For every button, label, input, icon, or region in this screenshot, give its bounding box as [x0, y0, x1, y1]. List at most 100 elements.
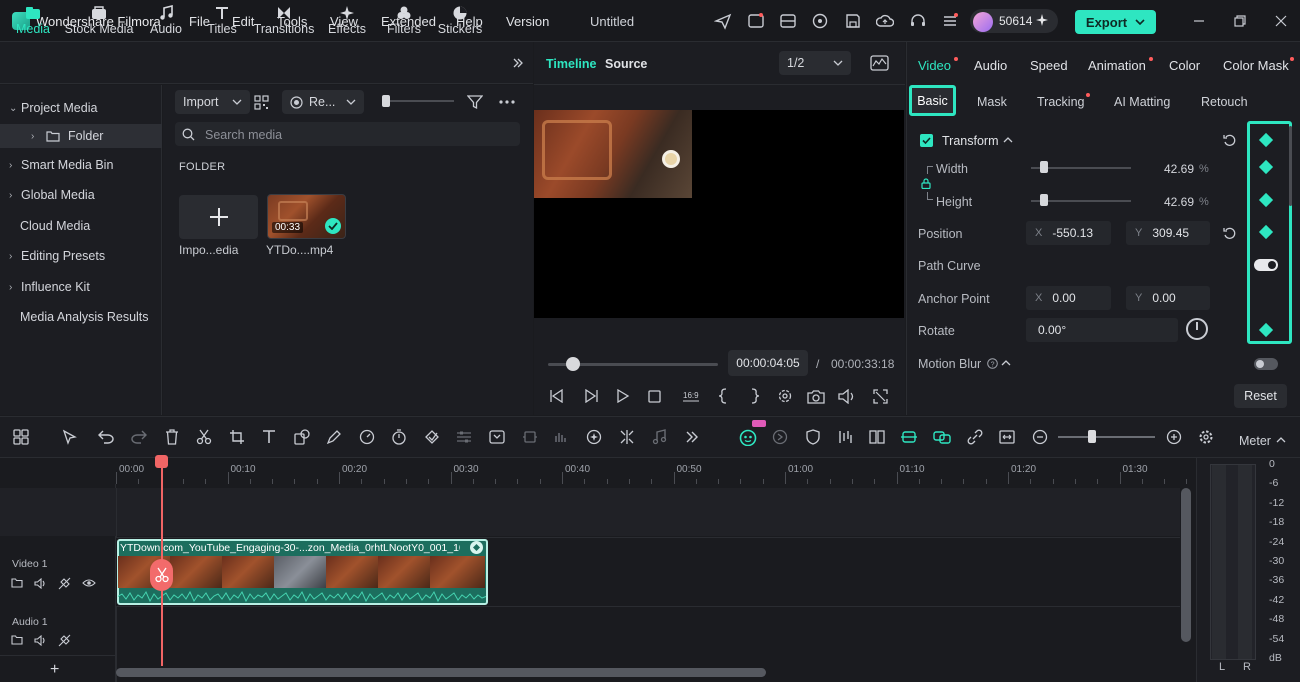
user-avatar[interactable]: [973, 12, 993, 32]
split-at-playhead-button[interactable]: [150, 559, 173, 591]
position-x-field[interactable]: X -550.13: [1026, 221, 1111, 245]
zoom-out-icon[interactable]: [1031, 428, 1049, 446]
chevron-up-icon[interactable]: [1276, 436, 1286, 444]
timeline-vertical-scrollbar[interactable]: [1181, 488, 1191, 642]
playhead-handle[interactable]: [155, 455, 168, 468]
more-tools-chevron-icon[interactable]: [683, 428, 701, 446]
text-tool-icon[interactable]: [260, 428, 278, 446]
help-question-icon[interactable]: ?: [986, 357, 998, 369]
news-icon[interactable]: [746, 11, 766, 31]
subtab-retouch[interactable]: Retouch: [1201, 95, 1248, 109]
subtab-basic[interactable]: Basic: [909, 85, 956, 116]
play-icon[interactable]: [614, 387, 632, 405]
more-dots-icon[interactable]: [498, 93, 516, 111]
rotate-field[interactable]: 0.00°: [1026, 318, 1178, 342]
add-track-button[interactable]: +: [50, 661, 59, 679]
snapshot-camera-icon[interactable]: [807, 387, 825, 405]
filter-funnel-icon[interactable]: [466, 93, 484, 111]
nav-global-media[interactable]: › Global Media: [0, 183, 162, 207]
chevron-up-icon[interactable]: [1001, 359, 1011, 367]
nav-cloud-media[interactable]: Cloud Media: [0, 214, 162, 238]
tab-audio[interactable]: Audio: [147, 4, 185, 40]
export-button[interactable]: Export: [1075, 10, 1156, 34]
support-headset-icon[interactable]: [908, 11, 928, 31]
subtab-tracking[interactable]: Tracking: [1037, 95, 1084, 109]
timeline-horizontal-scrollbar[interactable]: [116, 668, 766, 677]
preview-tab-timeline[interactable]: Timeline: [546, 57, 596, 71]
menu-list-icon[interactable]: [940, 11, 960, 31]
unlink-icon[interactable]: [966, 428, 984, 446]
track-visibility-eye-icon[interactable]: [82, 577, 96, 589]
meter-label[interactable]: Meter: [1239, 434, 1271, 448]
preview-tab-source[interactable]: Source: [605, 57, 647, 71]
position-y-field[interactable]: Y 309.45: [1126, 221, 1210, 245]
rotate-dial[interactable]: [1186, 318, 1208, 340]
track-volume-icon[interactable]: [33, 634, 47, 646]
ai-enhance-icon[interactable]: [585, 428, 603, 446]
stop-icon[interactable]: [645, 387, 663, 405]
mark-in-icon[interactable]: [714, 387, 732, 405]
expand-tabs-chevron-icon[interactable]: [510, 55, 526, 71]
restore-icon[interactable]: [1232, 13, 1248, 29]
select-pointer-icon[interactable]: [61, 428, 79, 446]
prop-tab-animation[interactable]: Animation: [1088, 58, 1146, 73]
timeline-zoom-knob[interactable]: [1088, 430, 1096, 443]
snap-magnet-icon[interactable]: [900, 428, 918, 446]
tab-transitions[interactable]: Transitions: [253, 4, 315, 40]
thumb-size-slider[interactable]: [384, 100, 454, 102]
zoom-in-icon[interactable]: [1165, 428, 1183, 446]
speed-ramp-icon[interactable]: [358, 428, 376, 446]
tab-effects[interactable]: Effects: [327, 4, 367, 40]
prop-tab-color-mask[interactable]: Color Mask: [1223, 58, 1289, 73]
anchor-x-field[interactable]: X 0.00: [1026, 286, 1111, 310]
beat-sync-icon[interactable]: [618, 428, 636, 446]
record-dropdown[interactable]: Re...: [282, 90, 364, 114]
clip-effect-badge-icon[interactable]: [470, 541, 483, 554]
lock-icon[interactable]: [920, 177, 932, 189]
close-icon[interactable]: [1273, 13, 1289, 29]
track-mute-icon[interactable]: [57, 576, 71, 590]
preview-video-frame[interactable]: [534, 110, 692, 198]
tab-stock-media[interactable]: Stock Media: [63, 4, 135, 40]
stabilize-icon[interactable]: [771, 428, 789, 446]
next-frame-icon[interactable]: [582, 387, 600, 405]
width-slider-knob[interactable]: [1040, 161, 1048, 173]
nav-influence-kit[interactable]: › Influence Kit: [0, 275, 162, 299]
preview-scrubber-knob[interactable]: [566, 357, 580, 371]
fit-timeline-icon[interactable]: [998, 428, 1016, 446]
shield-icon[interactable]: [804, 428, 822, 446]
track-folder-icon[interactable]: [10, 577, 24, 589]
prop-tab-speed[interactable]: Speed: [1030, 58, 1068, 73]
nav-smart-media-bin[interactable]: › Smart Media Bin: [0, 153, 162, 177]
import-dropdown[interactable]: Import: [175, 90, 250, 114]
reset-transform-icon[interactable]: [1222, 133, 1236, 147]
props-scrollbar[interactable]: [1289, 126, 1292, 206]
prop-tab-color[interactable]: Color: [1169, 58, 1200, 73]
anchor-y-field[interactable]: Y 0.00: [1126, 286, 1210, 310]
undo-icon[interactable]: [97, 428, 115, 446]
audio-bars-icon[interactable]: [553, 428, 571, 446]
pen-draw-icon[interactable]: [325, 428, 343, 446]
timeline-settings-gear-icon[interactable]: [1197, 428, 1215, 446]
subtab-ai-matting[interactable]: AI Matting: [1114, 95, 1170, 109]
frame-capture-icon[interactable]: [488, 428, 506, 446]
reset-position-icon[interactable]: [1222, 226, 1236, 240]
thumb-size-slider-knob[interactable]: [382, 95, 390, 107]
render-settings-icon[interactable]: [776, 387, 794, 405]
nav-editing-presets[interactable]: › Editing Presets: [0, 244, 162, 268]
fullscreen-expand-icon[interactable]: [871, 387, 889, 405]
send-icon[interactable]: [713, 11, 733, 31]
motion-blur-toggle[interactable]: [1254, 358, 1278, 370]
tab-filters[interactable]: Filters: [385, 4, 423, 40]
transform-checkbox[interactable]: [920, 134, 933, 147]
voice-tuning-icon[interactable]: [836, 428, 854, 446]
layout-grid-icon[interactable]: [12, 428, 30, 446]
cloud-upload-icon[interactable]: [875, 11, 895, 31]
minimize-icon[interactable]: [1191, 13, 1207, 29]
waveform-monitor-icon[interactable]: [869, 53, 889, 73]
nav-project-media[interactable]: ⌄ Project Media: [0, 96, 162, 120]
height-value[interactable]: 42.69: [1164, 195, 1194, 209]
track-folder-icon[interactable]: [10, 634, 24, 646]
freeze-frame-icon[interactable]: [521, 428, 539, 446]
adjust-sliders-icon[interactable]: [455, 428, 473, 446]
